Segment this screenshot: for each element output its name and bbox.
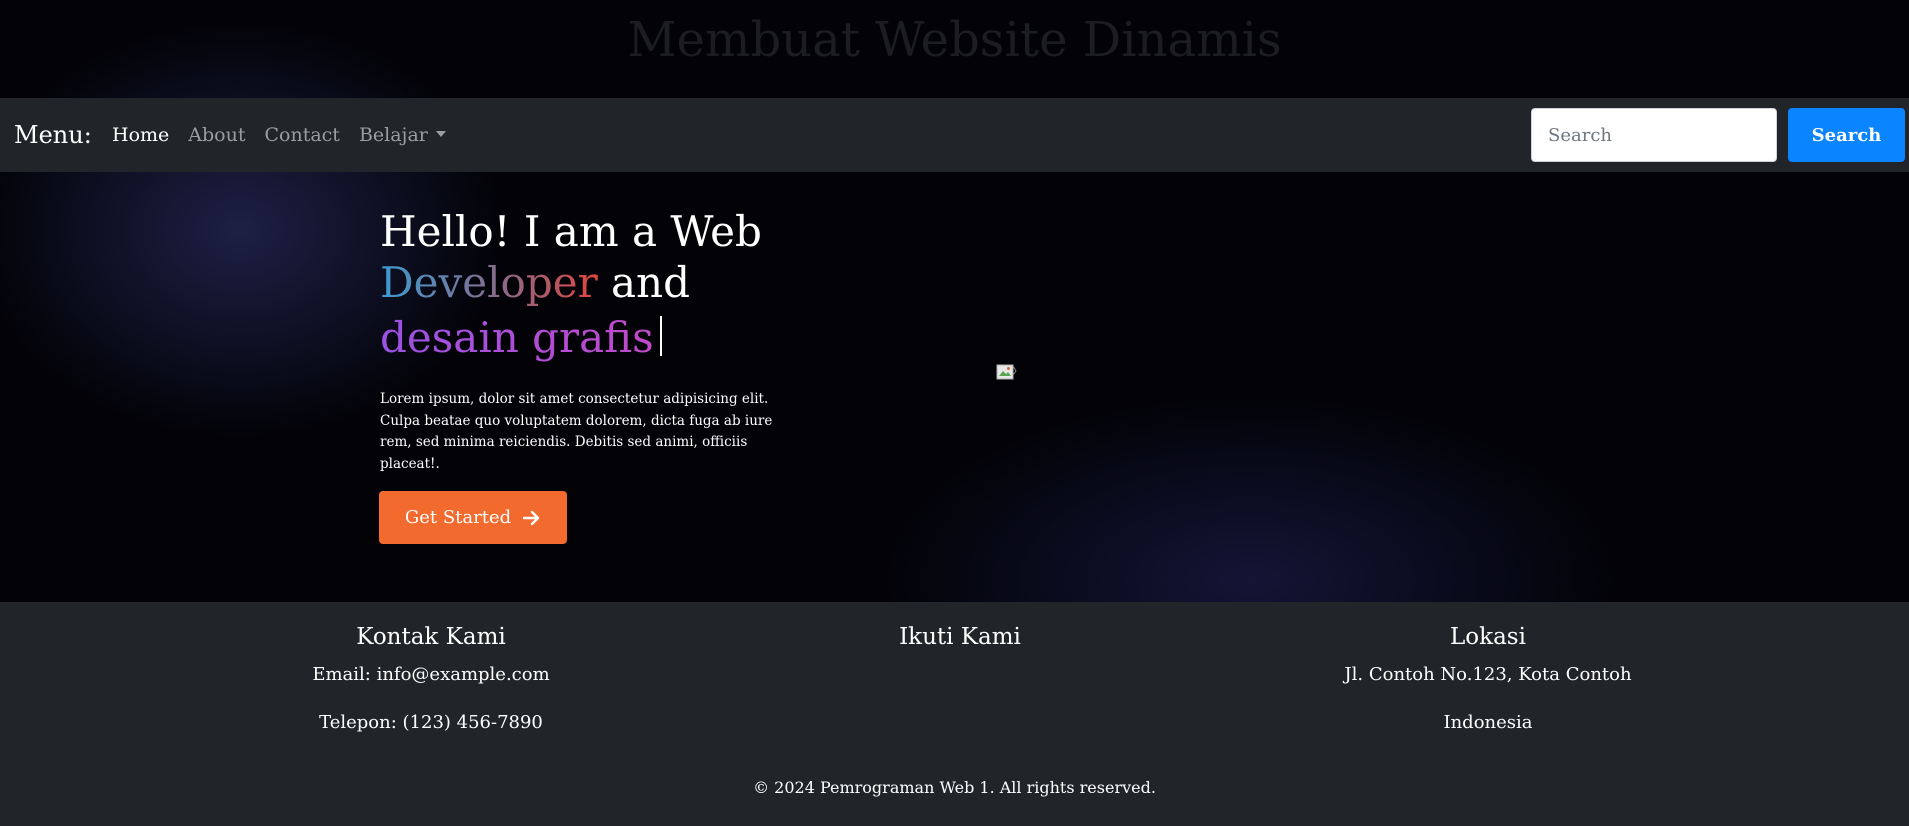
footer-phone: Telepon: (123) 456-7890 — [319, 712, 543, 733]
footer-contact: Kontak Kami Email: info@example.com Tele… — [191, 602, 671, 735]
hero-heading: Hello! I am a Web Developer and desain gra… — [380, 206, 840, 363]
nav-links: Home About Contact Belajar — [112, 98, 455, 172]
typing-cursor — [659, 316, 662, 356]
navbar: Menu: Home About Contact Belajar Search — [0, 98, 1909, 172]
hero-description: Lorem ipsum, dolor sit amet consectetur … — [380, 391, 773, 472]
footer-email: Email: info@example.com — [312, 664, 550, 685]
footer-location-heading: Lokasi — [1450, 624, 1526, 650]
broken-image-icon — [996, 364, 1017, 380]
hero-typed-text: desain grafis — [380, 313, 654, 362]
get-started-button[interactable]: Get Started — [379, 491, 567, 544]
nav-link-about[interactable]: About — [179, 124, 255, 146]
search-button[interactable]: Search — [1788, 108, 1905, 162]
nav-link-belajar-label: Belajar — [358, 124, 428, 146]
footer-address: Jl. Contoh No.123, Kota Contoh — [1344, 664, 1632, 685]
nav-link-contact[interactable]: Contact — [255, 124, 349, 146]
footer-location: Lokasi Jl. Contoh No.123, Kota Contoh In… — [1248, 602, 1728, 735]
caret-down-icon — [435, 131, 446, 137]
hero-heading-and: and — [611, 258, 690, 307]
footer-country: Indonesia — [1443, 712, 1533, 733]
hero-heading-developer: Developer — [380, 258, 598, 307]
footer-copyright: © 2024 Pemrograman Web 1. All rights res… — [753, 778, 1156, 797]
footer-follow-heading: Ikuti Kami — [899, 624, 1021, 650]
site-title: Membuat Website Dinamis — [627, 12, 1282, 68]
page: Membuat Website Dinamis Menu: Home About… — [0, 0, 1909, 826]
nav-dropdown-belajar[interactable]: Belajar — [349, 124, 455, 146]
footer-contact-heading: Kontak Kami — [356, 624, 506, 650]
navbar-brand[interactable]: Menu: — [14, 98, 92, 172]
get-started-label: Get Started — [404, 507, 512, 528]
search-input[interactable] — [1531, 108, 1777, 162]
nav-link-home[interactable]: Home — [112, 124, 179, 146]
footer-follow: Ikuti Kami — [720, 602, 1200, 653]
arrow-right-icon — [523, 510, 540, 525]
hero-heading-line1: Hello! I am a Web — [380, 207, 762, 256]
